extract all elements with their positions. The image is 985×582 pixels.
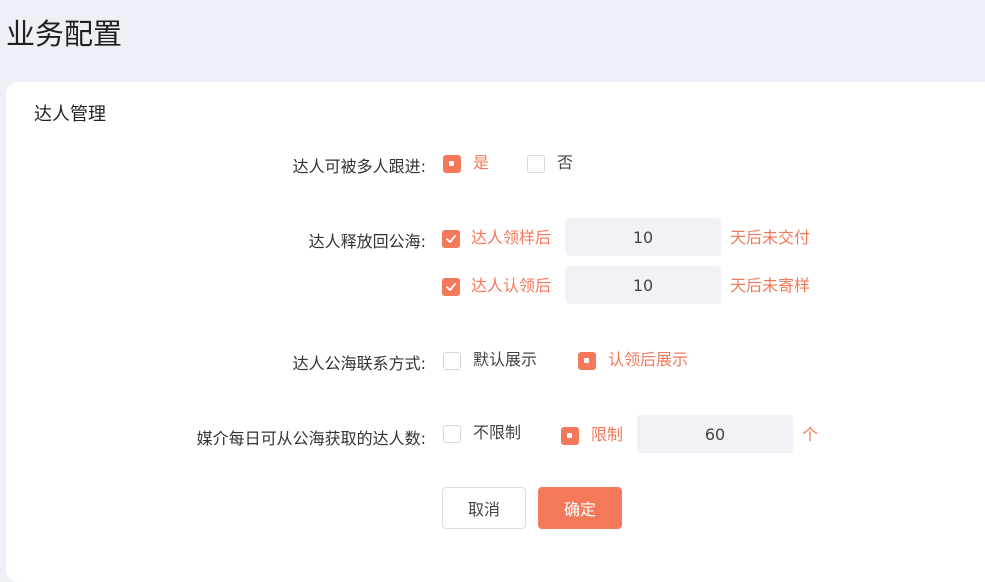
release-sample-checkbox[interactable] [442,230,460,248]
radio-dot-icon [449,161,454,166]
daily-limit-limit-label[interactable]: 限制 [591,425,623,445]
contact-label: 达人公海联系方式: [292,354,426,373]
daily-limit-limit-radio[interactable] [561,427,579,445]
release-sample-label[interactable]: 达人领样后 [471,228,551,248]
release-label: 达人释放回公海: [308,232,426,251]
daily-limit-none-label[interactable]: 不限制 [473,423,521,443]
page-title: 业务配置 [6,17,123,51]
release-claim-label[interactable]: 达人认领后 [471,276,551,296]
check-icon [446,283,456,291]
contact-default-radio[interactable] [443,352,461,370]
daily-limit-label: 媒介每日可从公海获取的达人数: [196,429,426,448]
multi-follow-yes-radio[interactable] [443,155,461,173]
cancel-button[interactable]: 取消 [442,487,526,529]
release-claim-suffix: 天后未寄样 [730,276,811,295]
release-sample-days-input[interactable] [565,218,721,256]
multi-follow-label: 达人可被多人跟进: [292,157,426,176]
contact-default-label[interactable]: 默认展示 [473,350,537,370]
release-claim-days-input[interactable] [565,266,721,304]
confirm-button[interactable]: 确定 [538,487,622,529]
multi-follow-no-radio[interactable] [527,155,545,173]
daily-limit-count-input[interactable] [637,415,793,453]
daily-limit-suffix: 个 [802,425,819,444]
radio-dot-icon [584,358,589,363]
radio-dot-icon [567,433,572,438]
contact-after-claim-label[interactable]: 认领后展示 [608,350,688,370]
daily-limit-none-radio[interactable] [443,425,461,443]
contact-after-claim-radio[interactable] [578,352,596,370]
check-icon [446,235,456,243]
release-sample-suffix: 天后未交付 [730,228,811,247]
section-title: 达人管理 [34,104,106,125]
multi-follow-no-label[interactable]: 否 [557,153,573,173]
multi-follow-yes-label[interactable]: 是 [473,153,489,173]
release-claim-checkbox[interactable] [442,278,460,296]
